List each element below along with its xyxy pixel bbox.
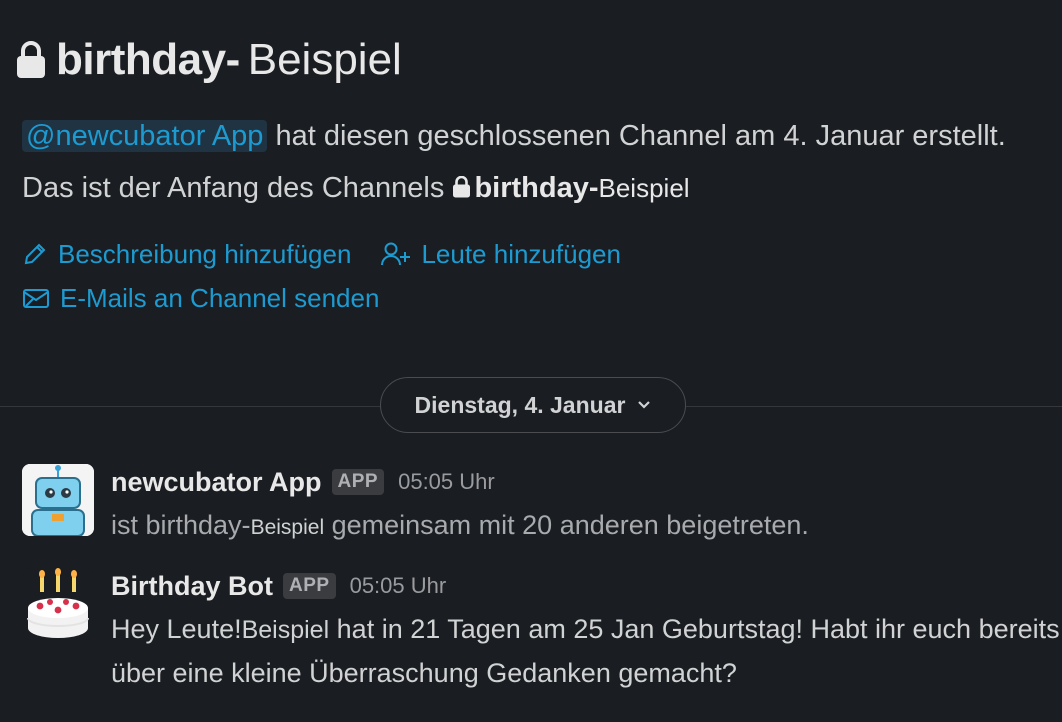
robot-avatar-icon[interactable] bbox=[22, 464, 94, 536]
add-people-label: Leute hinzufügen bbox=[421, 238, 621, 269]
lock-icon bbox=[17, 41, 45, 78]
chevron-down-icon bbox=[638, 401, 651, 409]
sender-name[interactable]: newcubator App bbox=[111, 467, 322, 498]
message-body: Birthday Bot APP 05:05 Uhr Hey Leute!Bei… bbox=[111, 568, 1061, 695]
add-description-label: Beschreibung hinzufügen bbox=[58, 238, 352, 269]
user-name[interactable]: Beispiel bbox=[251, 516, 325, 539]
user-name[interactable]: Beispiel bbox=[242, 616, 330, 644]
add-people-link[interactable]: Leute hinzufügen bbox=[381, 232, 621, 276]
date-divider-button[interactable]: Dienstag, 4. Januar bbox=[380, 377, 686, 433]
app-badge: APP bbox=[283, 573, 336, 599]
channel-intro: @newcubator App hat diesen geschlossenen… bbox=[22, 110, 1052, 214]
inline-channel-link[interactable]: birthday-Beispiel bbox=[452, 172, 690, 204]
message-text-part: ist birthday- bbox=[111, 510, 251, 540]
message-text-part: Hey Leute! bbox=[111, 614, 242, 644]
date-label: Dienstag, 4. Januar bbox=[414, 391, 626, 418]
message-text: Hey Leute!Beispiel hat in 21 Tagen am 25… bbox=[111, 608, 1061, 695]
message-text: ist birthday-Beispiel gemeinsam mit 20 a… bbox=[111, 504, 1061, 549]
message-time[interactable]: 05:05 Uhr bbox=[350, 573, 447, 599]
channel-actions: Beschreibung hinzufügen Leute hinzufügen… bbox=[22, 232, 621, 320]
pencil-icon bbox=[24, 243, 46, 265]
user-mention[interactable]: @newcubator App bbox=[22, 120, 268, 152]
message-text-part: gemeinsam mit 20 anderen beigetreten. bbox=[324, 510, 809, 540]
channel-name-bold: birthday- bbox=[56, 35, 240, 84]
email-icon bbox=[23, 289, 49, 308]
email-channel-link[interactable]: E-Mails an Channel senden bbox=[22, 276, 379, 320]
inline-channel-light: Beispiel bbox=[598, 173, 690, 203]
channel-title[interactable]: birthday- Beispiel bbox=[16, 30, 402, 90]
inline-channel-bold: birthday- bbox=[474, 172, 599, 204]
message-time[interactable]: 05:05 Uhr bbox=[398, 469, 495, 495]
email-channel-label: E-Mails an Channel senden bbox=[60, 282, 380, 313]
app-badge: APP bbox=[331, 469, 385, 495]
lock-icon bbox=[453, 176, 471, 198]
message-body: newcubator App APP 05:05 Uhr ist birthda… bbox=[111, 464, 1061, 549]
sender-name[interactable]: Birthday Bot bbox=[111, 571, 273, 602]
birthday-cake-icon[interactable] bbox=[22, 568, 94, 640]
add-description-link[interactable]: Beschreibung hinzufügen bbox=[22, 232, 351, 276]
channel-name-light: Beispiel bbox=[247, 35, 402, 84]
channel-view: birthday- Beispiel @newcubator App hat d… bbox=[0, 0, 1062, 722]
add-person-icon bbox=[381, 242, 411, 266]
